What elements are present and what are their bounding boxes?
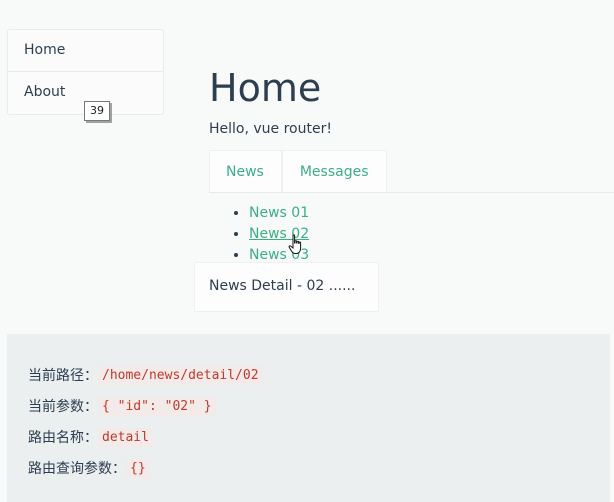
tab-bar: News Messages [209,150,614,193]
page-subtitle: Hello, vue router! [209,121,332,137]
route-query-label: 路由查询参数： [28,461,126,477]
route-params-label: 当前参数： [28,399,98,415]
route-params-row: 当前参数：{ "id": "02" } [28,396,216,416]
route-path-label: 当前路径： [28,368,98,384]
route-name-label: 路由名称： [28,430,98,446]
tab-messages[interactable]: Messages [281,150,387,192]
route-path-value: /home/news/detail/02 [98,365,263,385]
sidebar-item-home[interactable]: Home [8,30,163,72]
route-name-value: detail [98,427,153,447]
hand-cursor-icon [288,234,302,254]
tooltip-badge: 39 [84,101,110,121]
route-name-row: 路由名称： detail [28,427,153,447]
route-info-panel: 当前路径：/home/news/detail/02 当前参数：{ "id": "… [7,334,610,502]
news-detail-text: News Detail - 02 ...... [209,278,356,294]
route-query-row: 路由查询参数：{} [28,458,150,478]
page-title: Home [209,66,322,110]
news-link-01[interactable]: News 01 [249,205,309,221]
tab-news[interactable]: News [209,150,282,192]
list-item: News 01 [249,203,309,224]
route-path-row: 当前路径：/home/news/detail/02 [28,365,263,385]
route-query-value: {} [126,458,150,478]
route-params-value: { "id": "02" } [98,396,216,416]
